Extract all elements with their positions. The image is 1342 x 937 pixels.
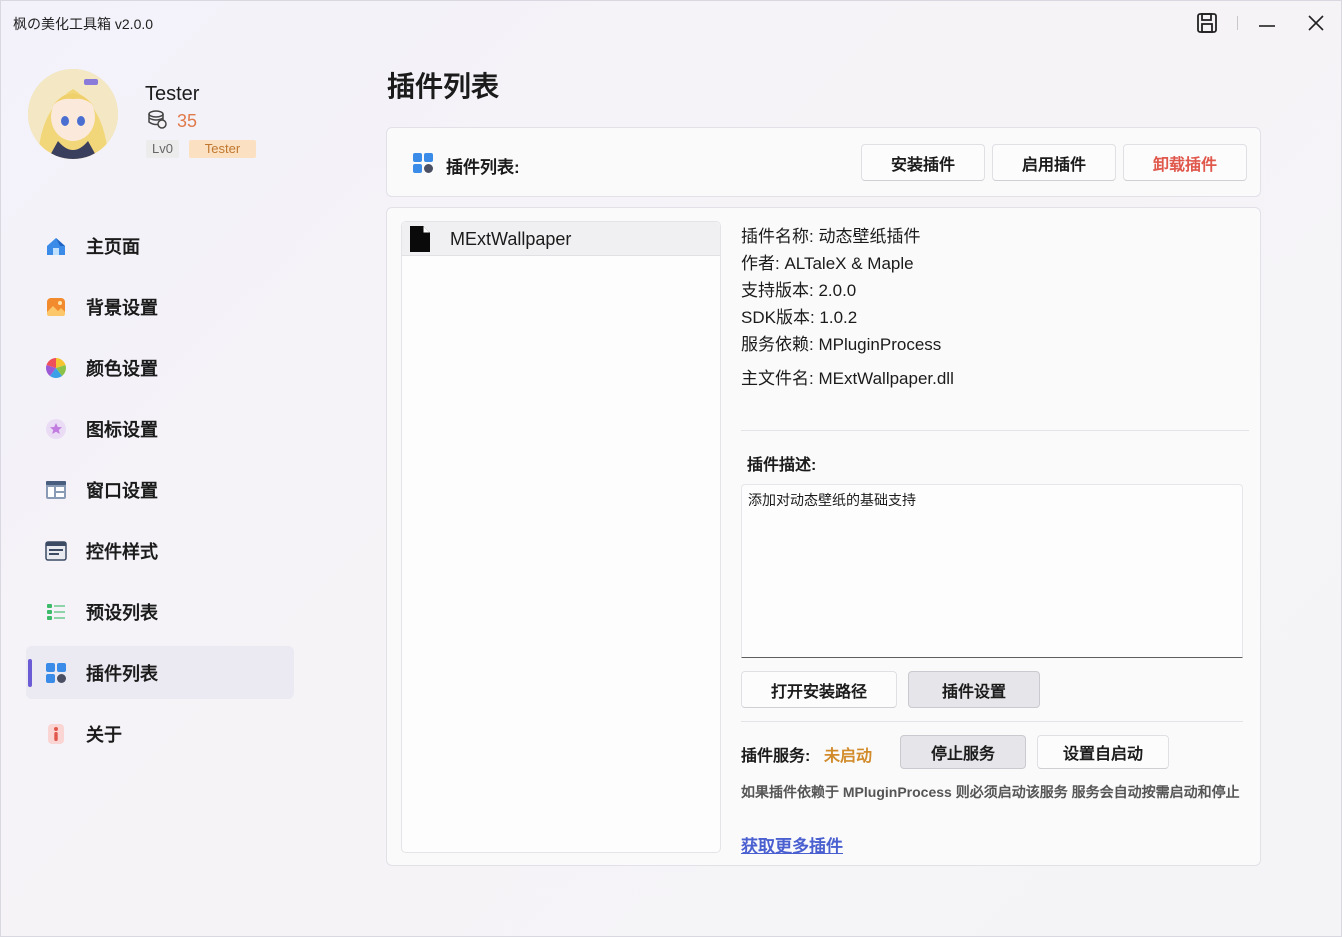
sidebar-item-label: 预设列表: [86, 602, 158, 623]
sidebar-nav: 主页面 背景设置 颜色设置 图标设置 窗口设置 控件样式 预设列表 插件列表 关…: [26, 219, 294, 768]
save-icon[interactable]: [1190, 9, 1224, 37]
dependency-line: 服务依赖: MPluginProcess: [741, 335, 942, 354]
title-bar: 枫の美化工具箱 v2.0.0: [1, 1, 1341, 45]
sidebar-item-background[interactable]: 背景设置: [26, 280, 294, 333]
title-separator: [1237, 16, 1238, 30]
role-badge: Tester: [189, 140, 256, 158]
service-hint: 如果插件依赖于 MPluginProcess 则必须启动该服务 服务会自动按需启…: [741, 784, 1240, 800]
minimize-icon[interactable]: [1250, 9, 1284, 37]
toolbar-label: 插件列表:: [446, 158, 520, 177]
app-window: 枫の美化工具箱 v2.0.0 Tester 35 Lv0 Tester 主页面 …: [0, 0, 1342, 937]
uninstall-plugin-button[interactable]: 卸载插件: [1123, 144, 1247, 181]
sidebar-item-label: 背景设置: [86, 297, 158, 318]
plugin-toolbar: 插件列表: 安装插件 启用插件 卸载插件: [386, 127, 1261, 197]
sidebar-item-label: 窗口设置: [86, 480, 158, 501]
plugin-details-card: MExtWallpaper 插件名称: 动态壁纸插件 作者: ALTaleX &…: [386, 207, 1261, 866]
coin-row: 35: [147, 109, 198, 134]
sidebar-item-label: 插件列表: [86, 663, 158, 684]
active-indicator: [28, 659, 32, 687]
divider: [741, 721, 1243, 722]
author-line: 作者: ALTaleX & Maple: [741, 254, 914, 273]
coins-icon: [147, 109, 167, 134]
control-icon: [45, 540, 67, 562]
sidebar-item-label: 主页面: [86, 236, 140, 257]
avatar[interactable]: [28, 69, 118, 159]
divider: [741, 430, 1249, 431]
star-icon: [45, 418, 67, 440]
description-box[interactable]: 添加对动态壁纸的基础支持: [741, 484, 1243, 658]
list-item[interactable]: MExtWallpaper: [402, 222, 720, 256]
plugin-grid-icon: [45, 662, 67, 684]
image-icon: [45, 296, 67, 318]
home-icon: [45, 235, 67, 257]
enable-plugin-button[interactable]: 启用插件: [992, 144, 1116, 181]
sidebar-item-presets[interactable]: 预设列表: [26, 585, 294, 638]
description-label: 插件描述:: [747, 457, 817, 474]
get-more-plugins-link[interactable]: 获取更多插件: [741, 832, 843, 857]
plugin-name-line: 插件名称: 动态壁纸插件: [741, 227, 921, 246]
window-icon: [45, 479, 67, 501]
sdk-line: SDK版本: 1.0.2: [741, 308, 858, 327]
sidebar-item-label: 颜色设置: [86, 358, 158, 379]
service-status: 未启动: [824, 748, 873, 765]
level-badge: Lv0: [146, 140, 179, 158]
sidebar-item-color[interactable]: 颜色设置: [26, 341, 294, 394]
app-title: 枫の美化工具箱 v2.0.0: [13, 16, 154, 32]
install-plugin-button[interactable]: 安装插件: [861, 144, 985, 181]
sidebar-item-icon[interactable]: 图标设置: [26, 402, 294, 455]
autostart-button[interactable]: 设置自启动: [1037, 735, 1169, 769]
plugin-name: MExtWallpaper: [450, 229, 572, 249]
list-icon: [45, 601, 67, 623]
info-icon: [45, 723, 67, 745]
file-icon: [407, 225, 433, 258]
main-file-line: 主文件名: MExtWallpaper.dll: [741, 369, 954, 388]
sidebar-item-label: 图标设置: [86, 419, 158, 440]
sidebar-item-controls[interactable]: 控件样式: [26, 524, 294, 577]
sidebar-item-label: 关于: [86, 724, 122, 745]
version-line: 支持版本: 2.0.0: [741, 281, 857, 300]
sidebar-item-label: 控件样式: [86, 541, 158, 562]
sidebar-item-window[interactable]: 窗口设置: [26, 463, 294, 516]
close-icon[interactable]: [1299, 9, 1333, 37]
color-wheel-icon: [45, 357, 67, 379]
sidebar-item-home[interactable]: 主页面: [26, 219, 294, 272]
plugin-grid-icon: [412, 152, 434, 179]
stop-service-button[interactable]: 停止服务: [900, 735, 1026, 769]
open-install-path-button[interactable]: 打开安装路径: [741, 671, 897, 708]
coin-count: 35: [177, 110, 198, 131]
sidebar-item-plugins[interactable]: 插件列表: [26, 646, 294, 699]
plugin-list[interactable]: MExtWallpaper: [401, 221, 721, 853]
username: Tester: [145, 83, 200, 105]
service-label: 插件服务:: [741, 748, 811, 765]
plugin-settings-button[interactable]: 插件设置: [908, 671, 1040, 708]
sidebar-item-about[interactable]: 关于: [26, 707, 294, 760]
page-title: 插件列表: [387, 71, 500, 102]
